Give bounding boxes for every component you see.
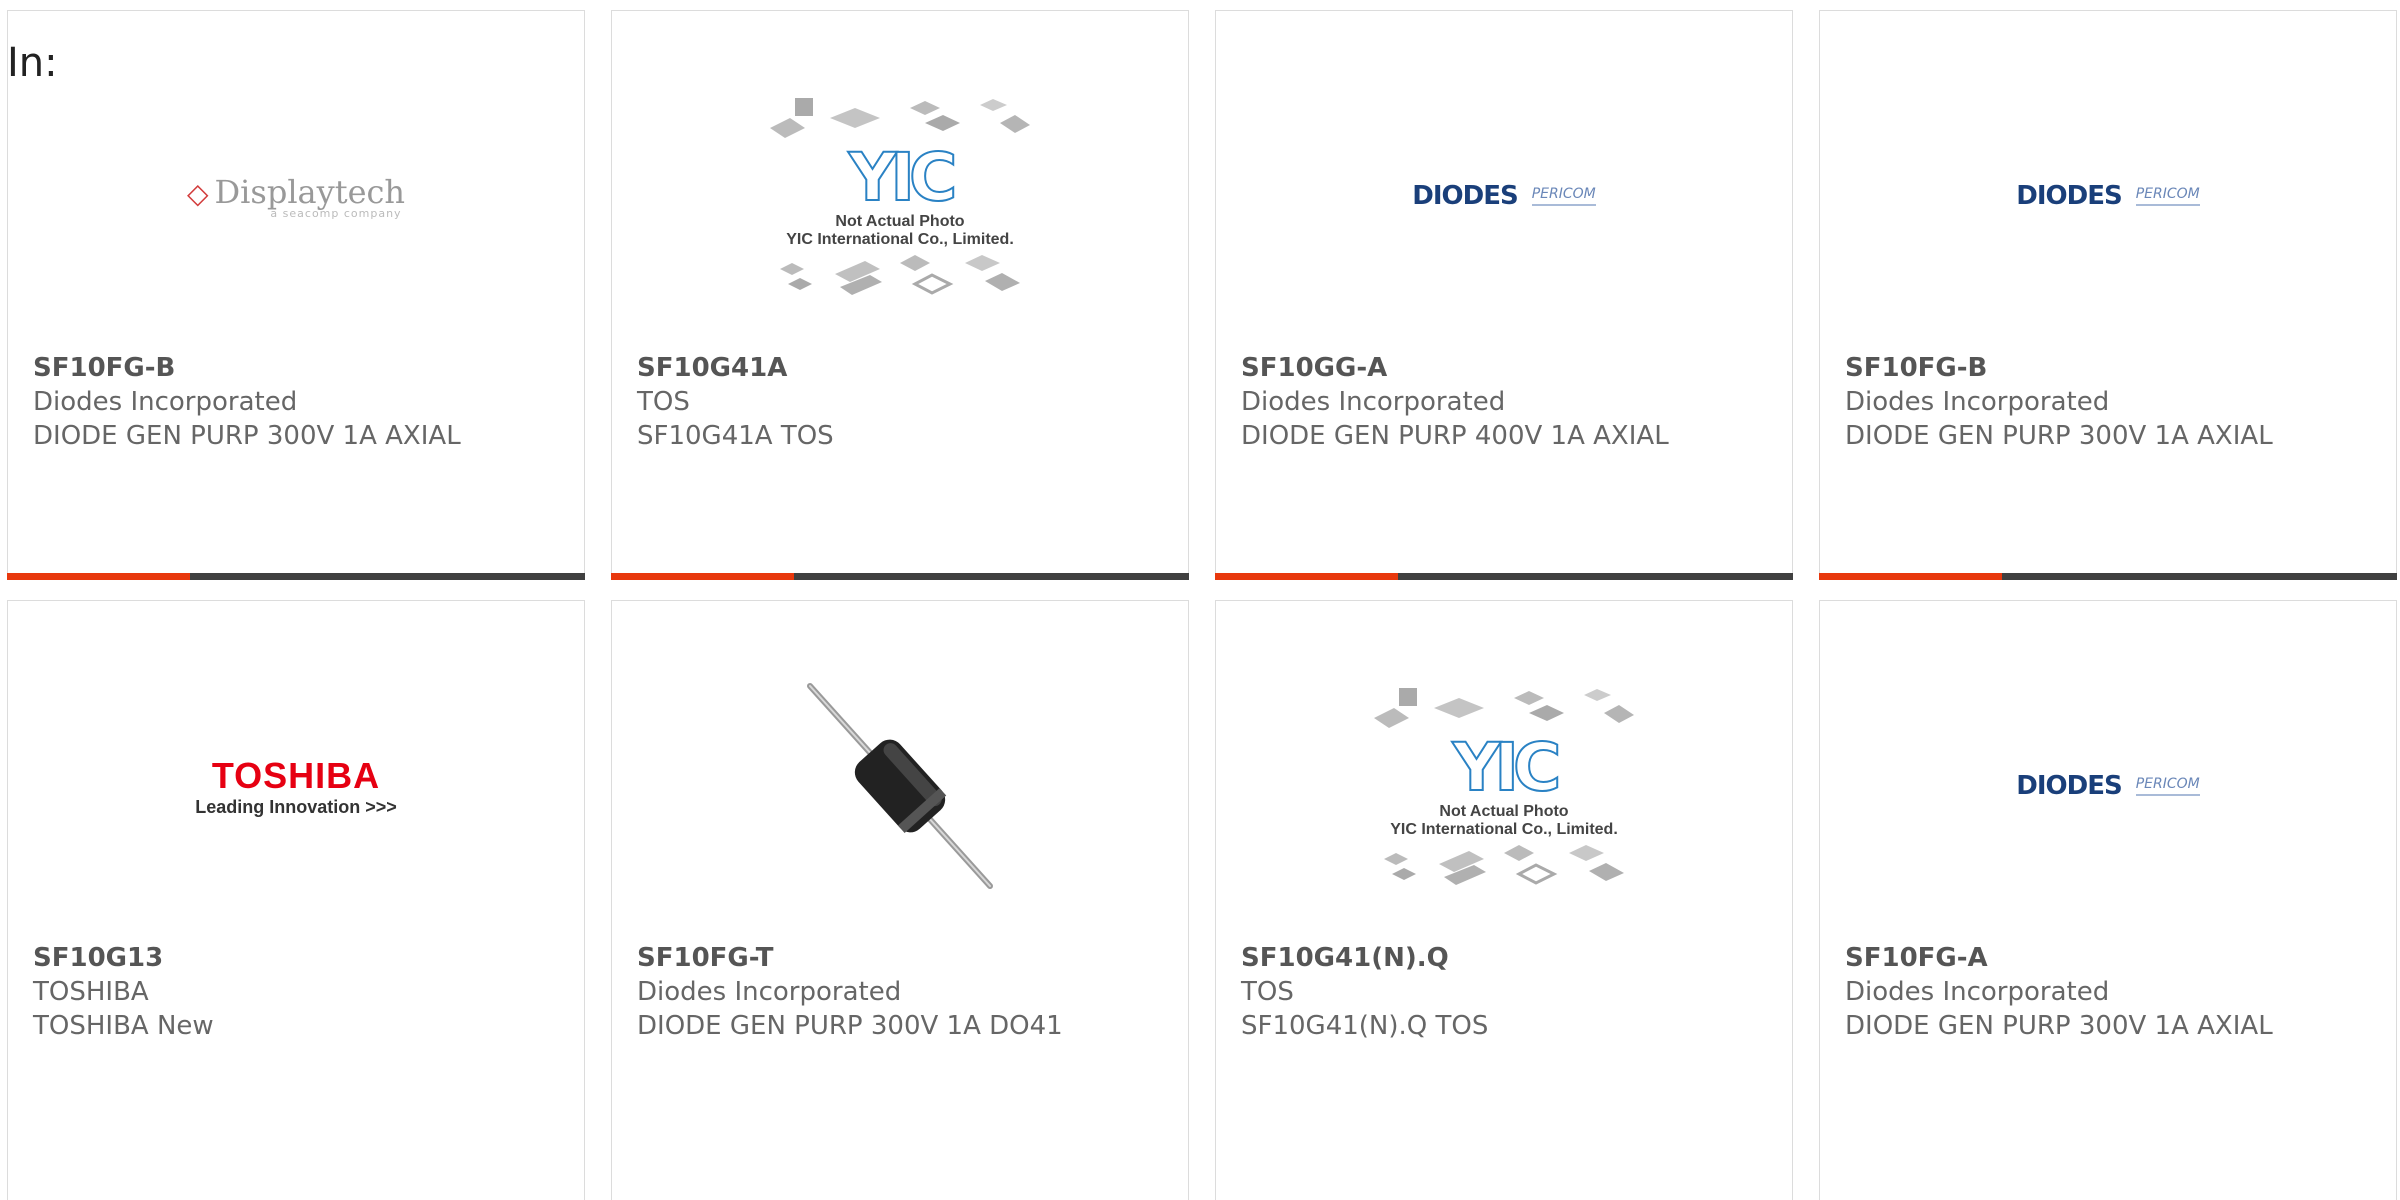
manufacturer: Diodes Incorporated bbox=[637, 977, 902, 1007]
diodes-logo: DIODES PERICOM bbox=[2016, 771, 2200, 801]
product-image: DIODES PERICOM bbox=[1820, 51, 2396, 341]
description: DIODE GEN PURP 400V 1A AXIAL bbox=[1241, 421, 1669, 451]
product-image: TOSHIBA Leading Innovation >>> bbox=[8, 641, 584, 931]
part-number[interactable]: SF10FG-B bbox=[33, 351, 564, 385]
product-card[interactable]: YIC Not Actual Photo YIC International C… bbox=[611, 10, 1189, 580]
card-bottom-bar bbox=[611, 573, 1189, 580]
product-image: YIC Not Actual Photo YIC International C… bbox=[1216, 641, 1792, 931]
manufacturer: Diodes Incorporated bbox=[1845, 977, 2110, 1007]
product-card[interactable]: DIODES PERICOM SF10FG-B Diodes Incorpora… bbox=[1819, 10, 2397, 580]
product-image: YIC Not Actual Photo YIC International C… bbox=[612, 51, 1188, 341]
description: DIODE GEN PURP 300V 1A DO41 bbox=[637, 1011, 1063, 1041]
part-number[interactable]: SF10G41A bbox=[637, 351, 1168, 385]
description: DIODE GEN PURP 300V 1A AXIAL bbox=[33, 421, 461, 451]
manufacturer: TOSHIBA bbox=[33, 977, 149, 1007]
manufacturer: TOS bbox=[637, 387, 690, 417]
product-card[interactable]: YIC Not Actual Photo YIC International C… bbox=[1215, 600, 1793, 1200]
card-bottom-bar bbox=[7, 573, 585, 580]
manufacturer: Diodes Incorporated bbox=[33, 387, 298, 417]
toshiba-logo: TOSHIBA Leading Innovation >>> bbox=[195, 754, 397, 817]
product-card[interactable]: TOSHIBA Leading Innovation >>> SF10G13 T… bbox=[7, 600, 585, 1200]
part-number[interactable]: SF10G41(N).Q bbox=[1241, 941, 1772, 975]
chip-packages-icon bbox=[1374, 688, 1634, 728]
product-card[interactable]: DIODES PERICOM SF10GG-A Diodes Incorpora… bbox=[1215, 10, 1793, 580]
diodes-logo: DIODES PERICOM bbox=[2016, 181, 2200, 211]
product-card[interactable]: ◇ Displaytech a seacomp company SF10FG-B … bbox=[7, 10, 585, 580]
in-label: In: bbox=[7, 40, 58, 86]
manufacturer: TOS bbox=[1241, 977, 1294, 1007]
product-image: DIODES PERICOM bbox=[1820, 641, 2396, 931]
part-number[interactable]: SF10FG-B bbox=[1845, 351, 2376, 385]
manufacturer: Diodes Incorporated bbox=[1845, 387, 2110, 417]
product-grid: In: ◇ Displaytech a seacomp company SF10F… bbox=[0, 0, 2400, 1200]
part-number[interactable]: SF10FG-A bbox=[1845, 941, 2376, 975]
yic-logo: YIC Not Actual Photo YIC International C… bbox=[765, 93, 1035, 299]
chip-packages-icon bbox=[780, 255, 1020, 295]
product-card[interactable]: SF10FG-T Diodes Incorporated DIODE GEN P… bbox=[611, 600, 1189, 1200]
part-number[interactable]: SF10GG-A bbox=[1241, 351, 1772, 385]
displaytech-logo: ◇ Displaytech a seacomp company bbox=[186, 172, 406, 220]
part-number[interactable]: SF10FG-T bbox=[637, 941, 1168, 975]
description: SF10G41(N).Q TOS bbox=[1241, 1011, 1489, 1041]
card-bottom-bar bbox=[1819, 573, 2397, 580]
card-bottom-bar bbox=[1215, 573, 1793, 580]
diodes-logo: DIODES PERICOM bbox=[1412, 181, 1596, 211]
product-card[interactable]: DIODES PERICOM SF10FG-A Diodes Incorpora… bbox=[1819, 600, 2397, 1200]
product-image bbox=[612, 641, 1188, 931]
yic-logo: YIC Not Actual Photo YIC International C… bbox=[1369, 683, 1639, 889]
description: DIODE GEN PURP 300V 1A AXIAL bbox=[1845, 1011, 2273, 1041]
chip-packages-icon bbox=[1384, 845, 1624, 885]
product-image: ◇ Displaytech a seacomp company bbox=[8, 51, 584, 341]
product-image: DIODES PERICOM bbox=[1216, 51, 1792, 341]
chip-packages-icon bbox=[770, 98, 1030, 138]
description: DIODE GEN PURP 300V 1A AXIAL bbox=[1845, 421, 2273, 451]
description: TOSHIBA New bbox=[33, 1011, 214, 1041]
description: SF10G41A TOS bbox=[637, 421, 834, 451]
manufacturer: Diodes Incorporated bbox=[1241, 387, 1506, 417]
axial-diode-icon bbox=[807, 683, 993, 889]
part-number[interactable]: SF10G13 bbox=[33, 941, 564, 975]
